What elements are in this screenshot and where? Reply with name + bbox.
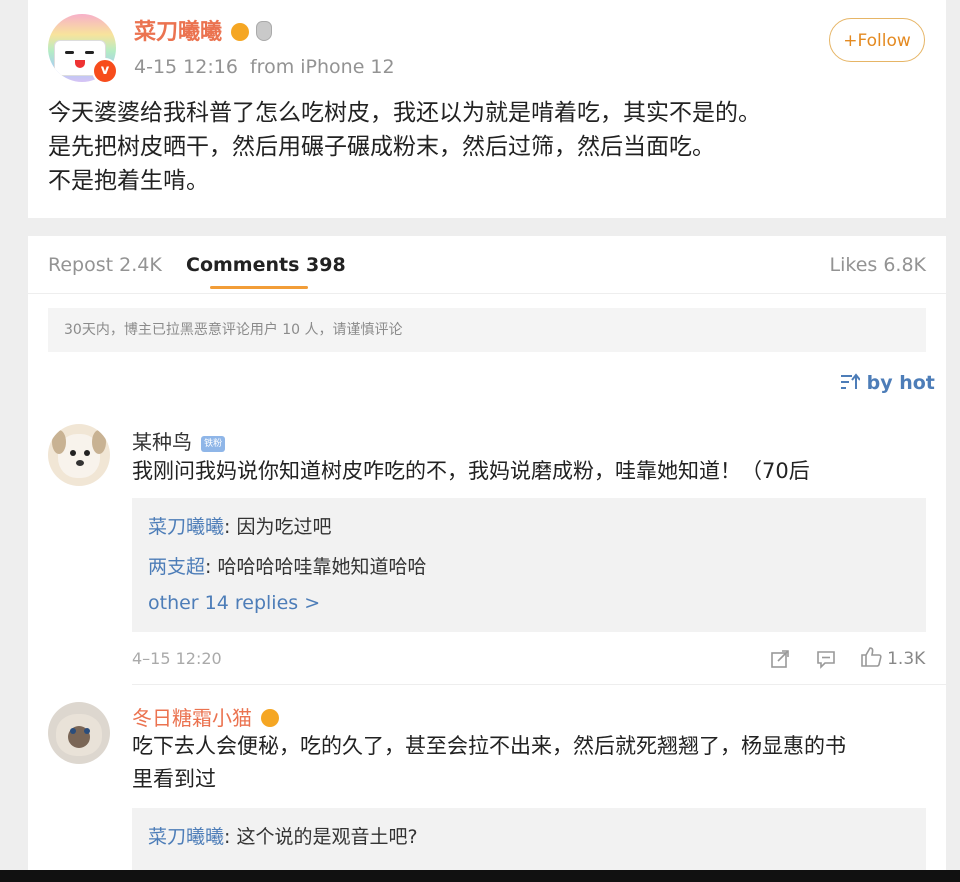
follow-button[interactable]: +Follow (829, 18, 925, 62)
sort-label: by hot (866, 372, 935, 394)
active-tab-indicator (210, 286, 308, 289)
reply-1-1[interactable]: 菜刀曦曦: 因为吃过吧 (148, 512, 331, 539)
comment-2-line-1: 吃下去人会便秘，吃的久了，甚至会拉不出来，然后就死翘翘了，杨显惠的书 (132, 734, 846, 758)
block-notice: 30天内，博主已拉黑恶意评论用户 10 人，请谨慎评论 (48, 308, 926, 352)
more-replies-link[interactable]: other 14 replies > (148, 592, 320, 614)
comment-icon[interactable] (816, 649, 836, 669)
post-card: v 菜刀曦曦 4-15 12:16 from iPhone 12 +Follow… (28, 0, 946, 218)
commenter-avatar-1[interactable] (48, 424, 110, 486)
share-icon[interactable] (770, 649, 790, 669)
reply-text: : 因为吃过吧 (224, 516, 332, 538)
reply-text: : 这个说的是观音土吧? (224, 826, 418, 848)
post-body: 今天婆婆给我科普了怎么吃树皮，我还以为就是啃着吃，其实不是的。 是先把树皮晒干，… (48, 96, 928, 198)
tab-likes[interactable]: Likes 6.8K (830, 254, 927, 276)
screen-bottom-edge (0, 870, 960, 882)
sort-icon (841, 373, 861, 389)
poster-name-row: 菜刀曦曦 (134, 14, 273, 46)
fan-badge: 铁粉 (201, 436, 226, 452)
commenter-name-1[interactable]: 某种鸟 (132, 430, 192, 454)
reply-author[interactable]: 两支超 (148, 556, 205, 578)
reply-text: : 哈哈哈哈哇靠她知道哈哈 (205, 556, 427, 578)
post-meta: 4-15 12:16 from iPhone 12 (134, 56, 395, 78)
post-line-3: 不是抱着生啃。 (48, 168, 209, 194)
reply-1-2[interactable]: 两支超: 哈哈哈哈哇靠她知道哈哈 (148, 552, 426, 579)
commenter-name-2[interactable]: 冬日糖霜小猫 (132, 706, 252, 730)
verified-icon: v (92, 58, 118, 84)
reply-author[interactable]: 菜刀曦曦 (148, 516, 224, 538)
medal-icon (256, 21, 273, 41)
tab-comments[interactable]: Comments 398 (186, 254, 346, 276)
reply-box-1: 菜刀曦曦: 因为吃过吧 两支超: 哈哈哈哈哇靠她知道哈哈 other 14 re… (132, 498, 926, 632)
sort-toggle[interactable]: by hot (840, 372, 935, 394)
tab-divider (28, 293, 946, 294)
comment-1-header: 某种鸟 铁粉 (132, 426, 226, 455)
comment-2-header: 冬日糖霜小猫 (132, 702, 280, 731)
comment-1-text: 我刚问我妈说你知道树皮咋吃的不，我妈说磨成粉，哇靠她知道！（70后 (132, 459, 810, 483)
tab-repost[interactable]: Repost 2.4K (48, 254, 162, 276)
poster-username[interactable]: 菜刀曦曦 (134, 20, 222, 45)
post-line-2: 是先把树皮晒干，然后用碾子碾成粉末，然后过筛，然后当面吃。 (48, 134, 715, 160)
commenter-avatar-2[interactable] (48, 702, 110, 764)
comments-card: Repost 2.4K Comments 398 Likes 6.8K 30天内… (28, 236, 946, 882)
vip-icon (261, 709, 280, 727)
post-line-1: 今天婆婆给我科普了怎么吃树皮，我还以为就是啃着吃，其实不是的。 (48, 100, 761, 126)
level-icon (231, 23, 250, 41)
comment-2-line-2: 里看到过 (132, 767, 216, 791)
like-count: 1.3K (887, 649, 926, 669)
reply-author[interactable]: 菜刀曦曦 (148, 826, 224, 848)
comment-separator (132, 684, 946, 685)
comment-1-time: 4–15 12:20 (132, 649, 222, 668)
like-button[interactable]: 1.3K (860, 646, 925, 669)
reply-2-1[interactable]: 菜刀曦曦: 这个说的是观音土吧? (148, 822, 418, 849)
like-icon (861, 647, 882, 667)
comment-2-text: 吃下去人会便秘，吃的久了，甚至会拉不出来，然后就死翘翘了，杨显惠的书 里看到过 (132, 730, 932, 796)
